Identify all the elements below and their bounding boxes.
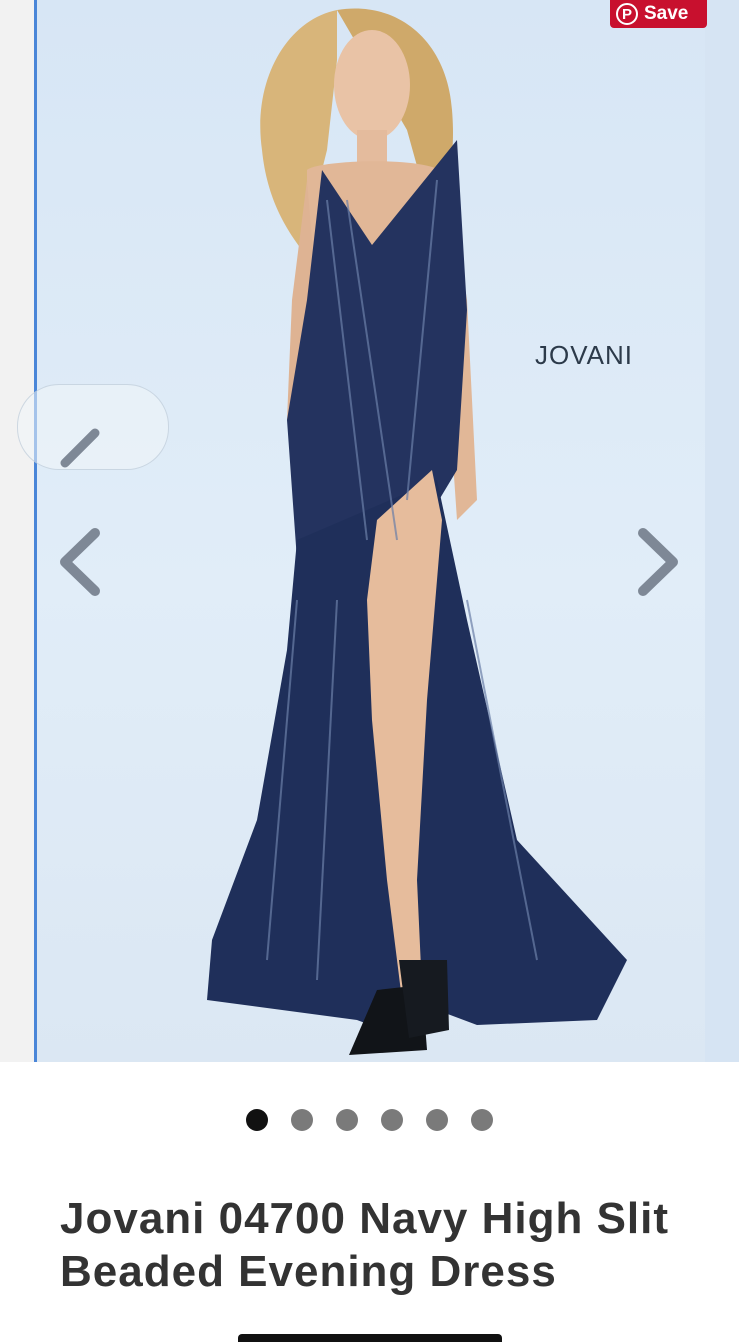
chevron-left-icon (60, 428, 100, 468)
pinterest-save-button[interactable]: P Save (610, 0, 707, 28)
carousel-dot-6[interactable] (471, 1109, 493, 1131)
model-illustration (207, 8, 627, 1055)
brand-watermark: JOVANI (535, 340, 633, 370)
right-margin (705, 0, 739, 1062)
pinterest-icon: P (616, 3, 638, 25)
carousel-dot-4[interactable] (381, 1109, 403, 1131)
carousel-dot-5[interactable] (426, 1109, 448, 1131)
carousel-dot-2[interactable] (291, 1109, 313, 1131)
next-arrow-button[interactable] (633, 525, 683, 600)
home-indicator (238, 1334, 502, 1342)
prev-arrow-button[interactable] (55, 525, 105, 600)
save-label: Save (644, 3, 689, 24)
product-photo[interactable]: JOVANI (37, 0, 705, 1062)
carousel-dot-1[interactable] (246, 1109, 268, 1131)
product-title: Jovani 04700 Navy High Slit Beaded Eveni… (60, 1194, 670, 1296)
carousel-dot-3[interactable] (336, 1109, 358, 1131)
carousel-dots (246, 1109, 493, 1131)
left-margin (0, 0, 34, 1062)
